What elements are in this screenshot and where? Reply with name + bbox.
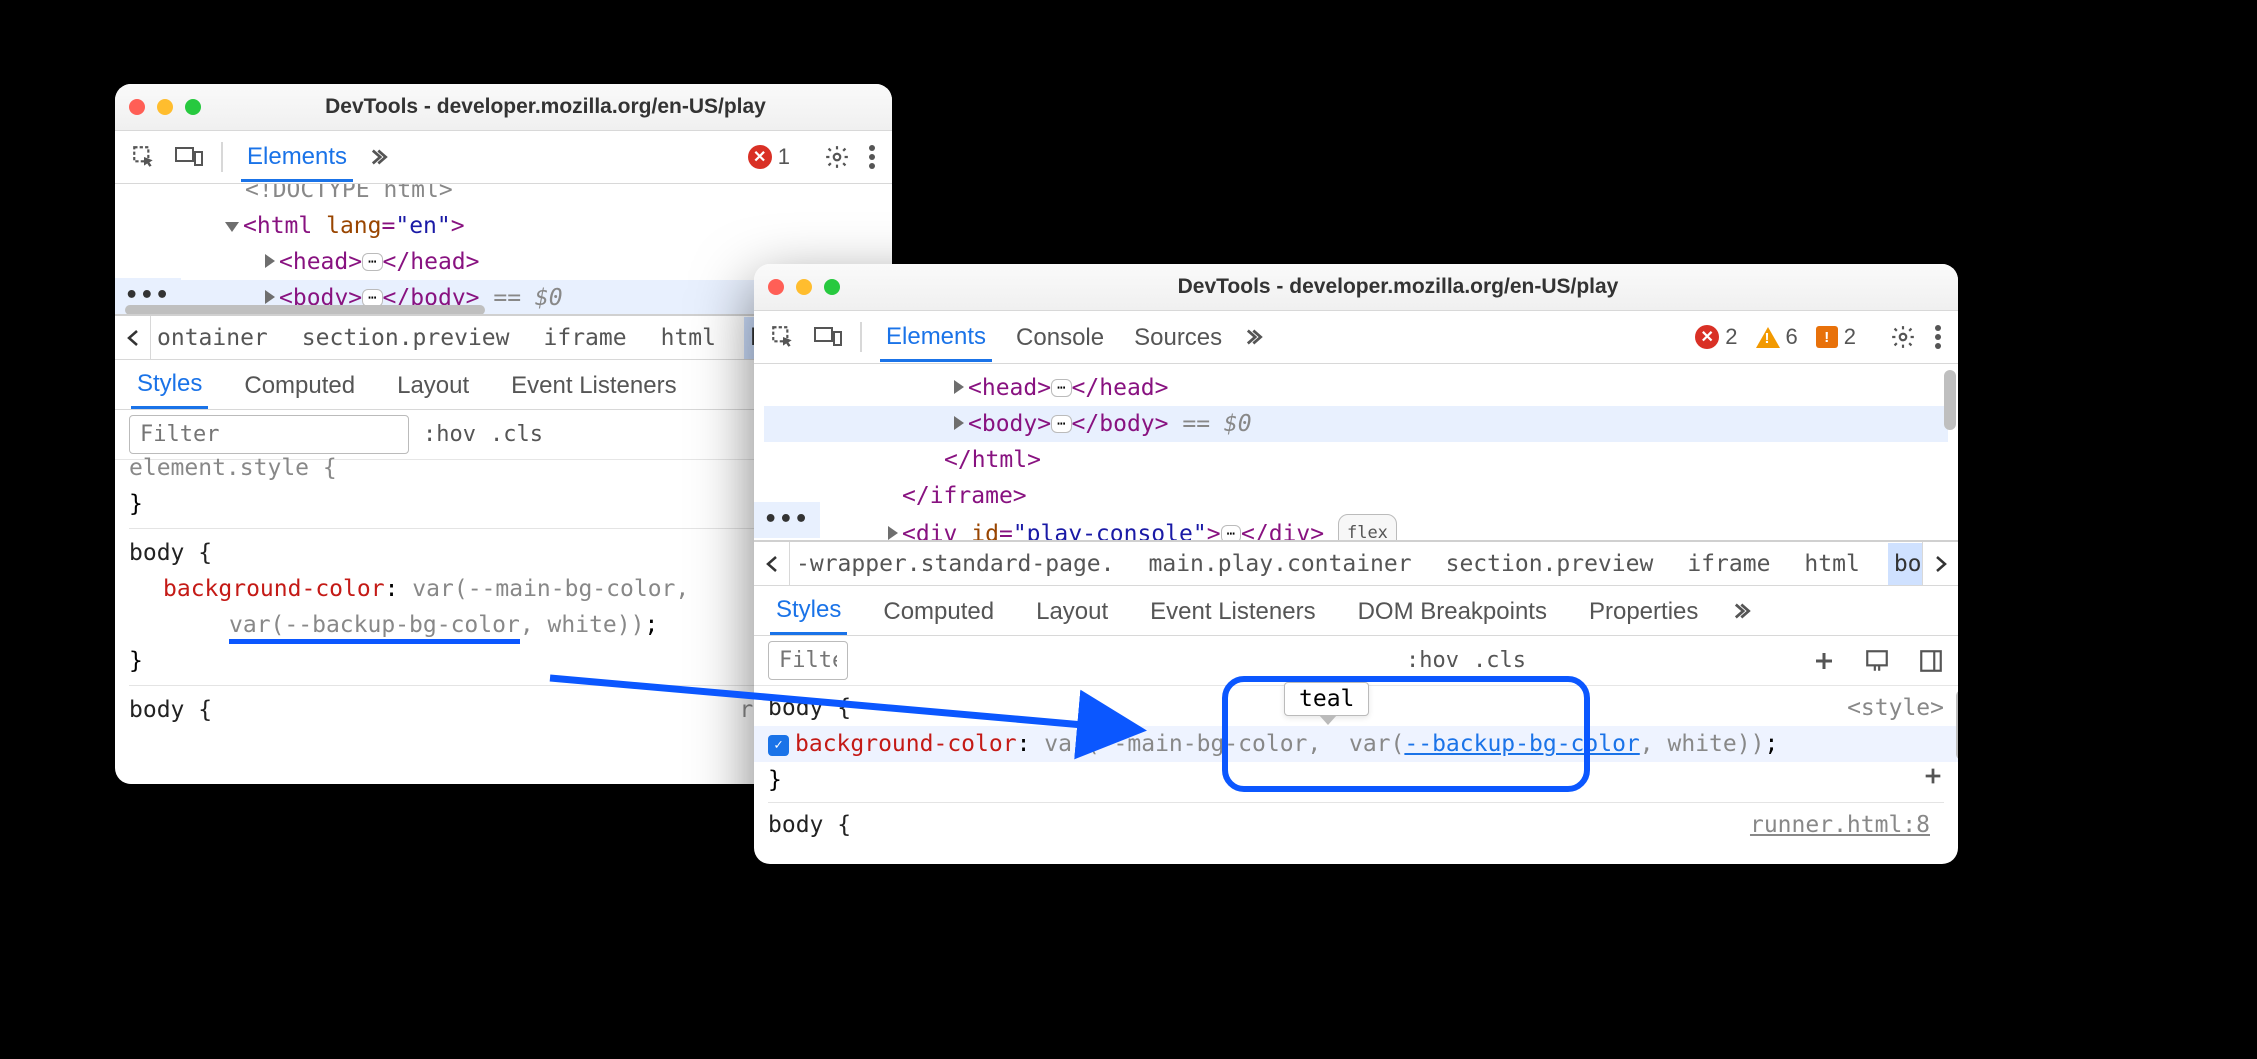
underlined-value: var(--backup-bg-color <box>229 612 520 644</box>
sidebar-toggle-icon[interactable] <box>1918 648 1944 674</box>
device-toggle-icon[interactable] <box>175 145 203 169</box>
add-prop-icon[interactable] <box>1922 765 1944 787</box>
window-title: DevTools - developer.mozilla.org/en-US/p… <box>213 95 878 119</box>
inspect-icon[interactable] <box>131 144 157 170</box>
close-icon[interactable] <box>768 279 784 295</box>
device-toggle-icon[interactable] <box>814 325 842 349</box>
traffic-lights <box>768 279 840 295</box>
error-count[interactable]: ✕1 <box>748 144 790 170</box>
warn-count[interactable]: 6 <box>1756 324 1798 350</box>
crumb-item[interactable]: iframe <box>538 317 633 359</box>
tab-console[interactable]: Console <box>1010 314 1110 360</box>
kebab-menu-icon[interactable] <box>1934 324 1942 350</box>
h-scrollbar[interactable] <box>125 305 485 314</box>
breadcrumb-next-icon[interactable] <box>1922 542 1958 585</box>
css-prop[interactable]: background-color <box>163 576 385 602</box>
zoom-icon[interactable] <box>185 99 201 115</box>
hov-toggle[interactable]: :hov <box>1406 648 1459 673</box>
cls-toggle[interactable]: .cls <box>1473 648 1526 673</box>
subtab-computed[interactable]: Computed <box>238 362 361 408</box>
kebab-menu-icon[interactable] <box>868 144 876 170</box>
more-tabs-icon[interactable] <box>1246 326 1268 348</box>
subtab-dom-breakpoints[interactable]: DOM Breakpoints <box>1352 588 1553 634</box>
crumb-item[interactable]: section.preview <box>1440 543 1660 585</box>
close-icon[interactable] <box>129 99 145 115</box>
crumb-item[interactable]: main.play.container <box>1143 543 1418 585</box>
breadcrumb-prev-icon[interactable] <box>754 542 790 585</box>
more-dots-icon[interactable]: ••• <box>754 502 820 538</box>
settings-icon[interactable] <box>824 144 850 170</box>
crumb-item[interactable]: html <box>655 317 722 359</box>
crumb-item[interactable]: iframe <box>1681 543 1776 585</box>
subtab-styles[interactable]: Styles <box>131 360 208 409</box>
subtab-computed[interactable]: Computed <box>877 588 1000 634</box>
source-link[interactable]: <style> <box>1847 690 1944 726</box>
settings-icon[interactable] <box>1890 324 1916 350</box>
styles-filter-input[interactable] <box>129 415 409 454</box>
styles-pane-icon[interactable] <box>1864 648 1890 674</box>
main-toolbar: Elements Console Sources ✕2 6 !2 <box>754 310 1958 364</box>
subtab-event-listeners[interactable]: Event Listeners <box>505 362 682 408</box>
v-scrollbar[interactable] <box>1956 690 1958 760</box>
breadcrumb-prev-icon[interactable] <box>115 316 151 359</box>
value-tooltip: teal <box>1284 682 1369 716</box>
breadcrumb: -wrapper.standard-page. main.play.contai… <box>754 540 1958 586</box>
crumb-item[interactable]: section.preview <box>296 317 516 359</box>
css-prop[interactable]: background-color <box>795 731 1017 757</box>
new-rule-icon[interactable] <box>1812 649 1836 673</box>
source-link[interactable]: runner.html:8 <box>1750 807 1930 843</box>
more-tabs-icon[interactable] <box>1734 600 1756 622</box>
zoom-icon[interactable] <box>824 279 840 295</box>
crumb-item[interactable]: html <box>1798 543 1865 585</box>
subtab-styles[interactable]: Styles <box>770 586 847 635</box>
subtab-layout[interactable]: Layout <box>1030 588 1114 634</box>
info-count[interactable]: !2 <box>1816 324 1856 350</box>
tab-elements[interactable]: Elements <box>880 313 992 362</box>
styles-subtabs: Styles Computed Layout Event Listeners D… <box>754 586 1958 636</box>
prop-checkbox[interactable]: ✓ <box>768 735 789 756</box>
minimize-icon[interactable] <box>157 99 173 115</box>
dom-tree[interactable]: <head>⋯</head> <body>⋯</body> == $0 </ht… <box>754 364 1958 540</box>
v-scrollbar[interactable] <box>1944 370 1956 430</box>
traffic-lights <box>129 99 201 115</box>
minimize-icon[interactable] <box>796 279 812 295</box>
main-toolbar: Elements ✕1 <box>115 130 892 184</box>
more-tabs-icon[interactable] <box>371 146 393 168</box>
crumb-item[interactable]: -wrapper.standard-page. <box>790 543 1121 585</box>
window-title: DevTools - developer.mozilla.org/en-US/p… <box>852 275 1944 299</box>
titlebar: DevTools - developer.mozilla.org/en-US/p… <box>115 84 892 130</box>
error-count[interactable]: ✕2 <box>1695 324 1737 350</box>
subtab-properties[interactable]: Properties <box>1583 588 1704 634</box>
tab-sources[interactable]: Sources <box>1128 314 1228 360</box>
crumb-item[interactable]: ontainer <box>151 317 274 359</box>
subtab-event-listeners[interactable]: Event Listeners <box>1144 588 1321 634</box>
cls-toggle[interactable]: .cls <box>490 422 543 447</box>
hov-toggle[interactable]: :hov <box>423 422 476 447</box>
tab-elements[interactable]: Elements <box>241 133 353 182</box>
subtab-layout[interactable]: Layout <box>391 362 475 408</box>
inspect-icon[interactable] <box>770 324 796 350</box>
titlebar: DevTools - developer.mozilla.org/en-US/p… <box>754 264 1958 310</box>
crumb-item[interactable]: body <box>1888 543 1922 585</box>
backup-var-link[interactable]: --backup-bg-color <box>1404 731 1639 757</box>
devtools-window-2: DevTools - developer.mozilla.org/en-US/p… <box>754 264 1958 864</box>
flex-badge[interactable]: flex <box>1338 514 1397 540</box>
styles-filter-input[interactable] <box>768 641 848 680</box>
styles-filter-bar: :hov .cls <box>754 636 1958 686</box>
